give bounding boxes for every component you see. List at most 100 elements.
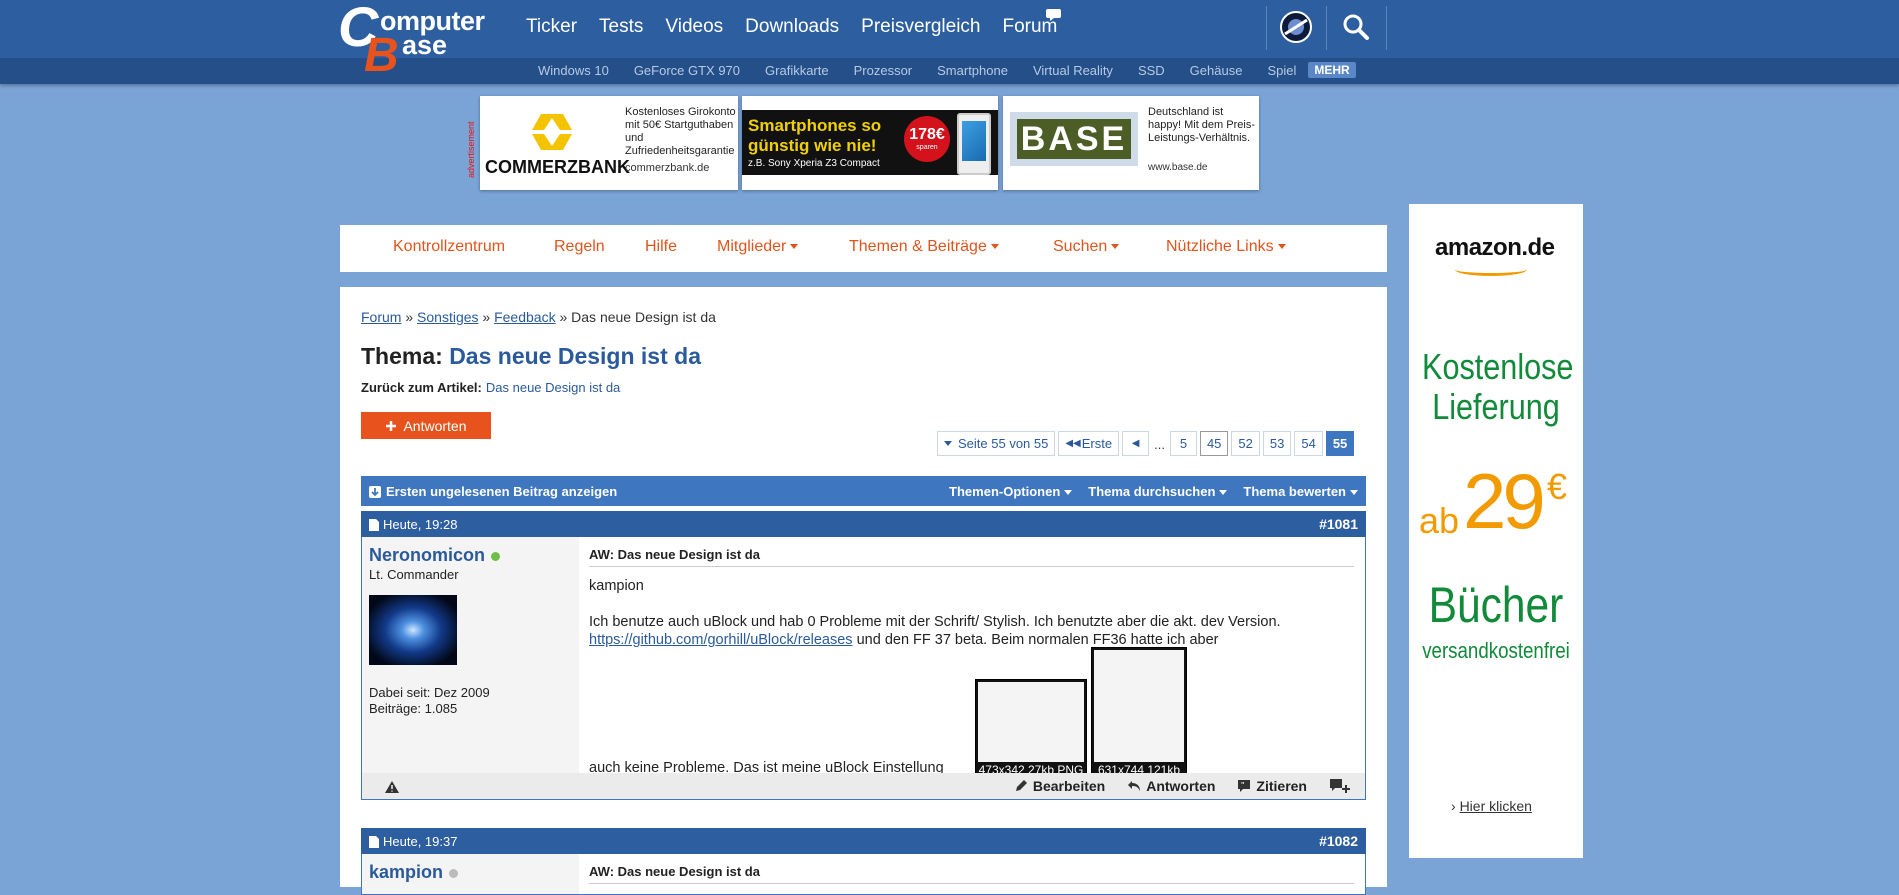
ad-cta[interactable]: › Hier klicken	[1451, 798, 1532, 814]
breadcrumb-feedback[interactable]: Feedback	[494, 309, 555, 325]
double-chevron-left-icon: ◀◀	[1065, 438, 1081, 449]
quote-button[interactable]: " Zitieren	[1237, 778, 1307, 794]
edit-button[interactable]: Bearbeiten	[1014, 778, 1105, 794]
pager-ellipsis: ...	[1154, 437, 1165, 452]
nav-tests[interactable]: Tests	[599, 16, 643, 38]
post-author-panel: Neronomicon Lt. Commander Dabei seit: De…	[362, 537, 579, 773]
forum-nav-hilfe[interactable]: Hilfe	[645, 238, 677, 256]
commerzbank-logo-icon	[532, 114, 572, 150]
search-icon[interactable]	[1339, 10, 1373, 44]
smartphone-banner: Smartphones so günstig wie nie! z.B. Sony…	[742, 110, 998, 175]
post: kampion AW: Das neue Design ist da	[361, 854, 1366, 895]
ad-commerzbank[interactable]: COMMERZBANK Kostenloses Girokonto mit 50…	[480, 96, 738, 190]
forum-nav: Kontrollzentrum Regeln Hilfe Mitglieder …	[340, 225, 1387, 272]
ad-url: commerzbank.de	[625, 162, 710, 174]
attachment-thumbnail[interactable]: 631x744 121kb	[1091, 647, 1187, 779]
phone-image	[957, 113, 991, 175]
nav-preisvergleich[interactable]: Preisvergleich	[861, 16, 980, 38]
tag-link[interactable]: Grafikkarte	[765, 63, 829, 78]
breadcrumb-forum[interactable]: Forum	[361, 309, 401, 325]
site-logo[interactable]: C B omputer ase	[338, 0, 508, 82]
chevron-down-icon	[1064, 490, 1073, 496]
back-label: Zurück zum Artikel:	[361, 380, 482, 395]
ad-ab: ab	[1419, 500, 1460, 541]
post-actions: Bearbeiten Antworten " Zitieren	[1014, 778, 1351, 794]
title-text: Das neue Design ist da	[449, 343, 701, 369]
tag-link[interactable]: Windows 10	[538, 63, 609, 78]
back-to-article: Zurück zum Artikel: Das neue Design ist d…	[361, 380, 620, 395]
page-link[interactable]: 5	[1169, 431, 1197, 456]
thread-options-menu[interactable]: Themen-Optionen	[949, 484, 1073, 499]
attachment-image	[978, 682, 1084, 762]
chevron-down-icon	[1219, 490, 1228, 496]
forum-nav-themen[interactable]: Themen & Beiträge	[849, 238, 999, 256]
main-nav: Ticker Tests Videos Downloads Preisvergl…	[526, 16, 1079, 38]
ad-amazon[interactable]: amazon.de Kostenlose Lieferung ab 29 € B…	[1409, 204, 1583, 858]
reply-post-button[interactable]: Antworten	[1127, 778, 1215, 794]
page-link[interactable]: 45	[1199, 431, 1229, 456]
nav-videos[interactable]: Videos	[665, 16, 723, 38]
nav-downloads[interactable]: Downloads	[745, 16, 839, 38]
tag-link[interactable]: Spiel	[1267, 63, 1296, 78]
thread-search-menu[interactable]: Thema durchsuchen	[1088, 484, 1228, 499]
chevron-down-icon	[1111, 244, 1120, 250]
multiquote-button[interactable]	[1329, 778, 1351, 794]
tag-nav: Windows 10 GeForce GTX 970 Grafikkarte P…	[538, 62, 1381, 78]
back-link[interactable]: Das neue Design ist da	[486, 380, 620, 395]
first-page-button[interactable]: ◀◀ Erste	[1058, 431, 1120, 456]
page-link[interactable]: 52	[1231, 431, 1260, 456]
avatar[interactable]	[369, 595, 457, 665]
post-header: Heute, 19:37 #1082	[361, 828, 1366, 854]
tag-link[interactable]: Smartphone	[937, 63, 1008, 78]
tag-link[interactable]: SSD	[1138, 63, 1165, 78]
ad-line1: Kostenlose	[1422, 346, 1574, 387]
page-jump-dropdown[interactable]: Seite 55 von 55	[937, 431, 1056, 456]
thread-rate-menu[interactable]: Thema bewerten	[1243, 484, 1358, 499]
chevron-left-icon: ◀	[1131, 438, 1140, 449]
amazon-logo: amazon.de	[1435, 234, 1555, 261]
post-link[interactable]: https://github.com/gorhill/uBlock/releas…	[589, 632, 853, 648]
nav-ticker[interactable]: Ticker	[526, 16, 577, 38]
breadcrumb-sonstiges[interactable]: Sonstiges	[417, 309, 478, 325]
page-link[interactable]: 54	[1294, 431, 1323, 456]
base-logo: BASE	[1010, 112, 1138, 166]
ad-base[interactable]: BASE Deutschland ist happy! Mit dem Prei…	[1003, 96, 1259, 190]
tag-link[interactable]: Gehäuse	[1190, 63, 1243, 78]
attachment-thumbnail[interactable]: 473x342 27kb PNG	[975, 679, 1087, 779]
tag-link[interactable]: Prozessor	[854, 63, 913, 78]
quote-name: kampion	[589, 578, 644, 594]
post-number[interactable]: #1081	[1319, 516, 1358, 532]
forum-nav-regeln[interactable]: Regeln	[554, 238, 605, 256]
forum-nav-suchen[interactable]: Suchen	[1053, 238, 1120, 256]
forum-nav-mitglieder[interactable]: Mitglieder	[717, 238, 799, 256]
chevron-down-icon	[790, 244, 799, 250]
chevron-down-icon	[1350, 490, 1358, 496]
post-number[interactable]: #1082	[1319, 833, 1358, 849]
price-badge: 178€ sparen	[904, 116, 950, 162]
author-post-count: Beiträge: 1.085	[369, 701, 458, 716]
post-title: AW: Das neue Design ist da	[589, 864, 1354, 884]
pencil-icon	[1015, 780, 1027, 791]
page-link[interactable]: 53	[1262, 431, 1292, 456]
post-body: kampion Ich benutze auch uBlock und hab …	[589, 577, 1359, 649]
prev-page-button[interactable]: ◀	[1122, 431, 1150, 456]
post-date: Heute, 19:37	[369, 834, 457, 849]
theme-toggle-icon[interactable]	[1279, 10, 1313, 44]
forum-nav-kontrollzentrum[interactable]: Kontrollzentrum	[393, 238, 505, 256]
tag-link[interactable]: GeForce GTX 970	[634, 63, 740, 78]
more-tags-button[interactable]: MEHR	[1308, 62, 1356, 78]
report-icon[interactable]	[384, 780, 400, 794]
ad-smartphone[interactable]: Smartphones so günstig wie nie! z.B. Sony…	[742, 96, 998, 190]
author-name[interactable]: Neronomicon	[369, 545, 501, 566]
reply-button[interactable]: Antworten	[361, 412, 491, 439]
multiquote-icon	[1330, 779, 1350, 793]
tag-link[interactable]: Virtual Reality	[1033, 63, 1113, 78]
forum-nav-links[interactable]: Nützliche Links	[1166, 238, 1286, 256]
author-name[interactable]: kampion	[369, 862, 459, 883]
thread-options: Themen-Optionen Thema durchsuchen Thema …	[949, 484, 1358, 499]
logo-line2: ase	[402, 30, 448, 60]
post-author-panel: kampion	[362, 854, 579, 894]
quote-icon: "	[1238, 780, 1251, 792]
online-status-icon	[491, 551, 501, 561]
first-unread-link[interactable]: Ersten ungelesenen Beitrag anzeigen	[369, 484, 617, 499]
